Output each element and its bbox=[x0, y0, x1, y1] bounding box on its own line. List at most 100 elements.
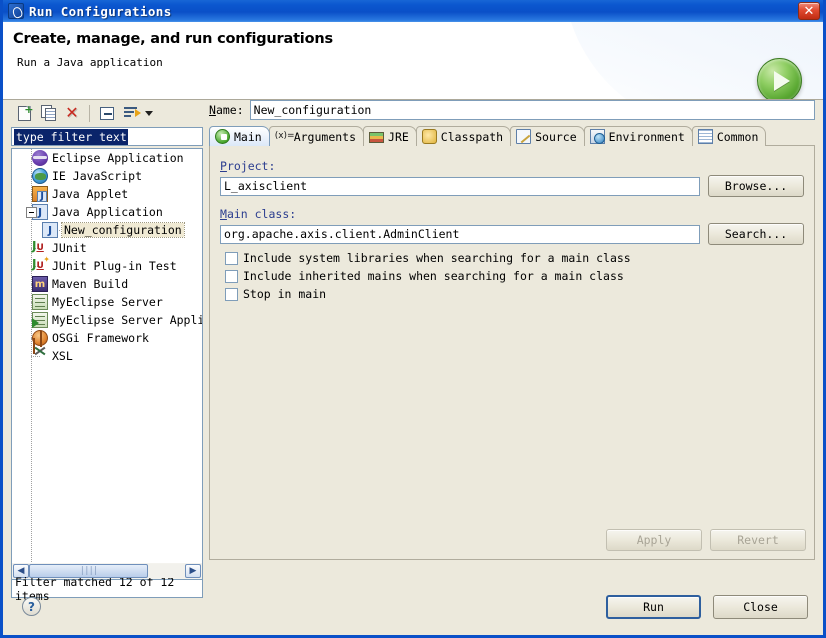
run-button[interactable]: Run bbox=[606, 595, 701, 619]
common-icon bbox=[697, 129, 713, 144]
tree-item-new-configuration[interactable]: J New_configuration bbox=[12, 221, 202, 239]
close-button[interactable]: Close bbox=[713, 595, 808, 619]
tree-item-ie-javascript[interactable]: IE JavaScript bbox=[12, 167, 202, 185]
page-title: Create, manage, and run configurations bbox=[13, 31, 333, 47]
window-title: Run Configurations bbox=[29, 3, 172, 19]
tree-item-label: Maven Build bbox=[52, 277, 129, 291]
tree-item-label: OSGi Framework bbox=[52, 331, 149, 345]
dialog-footer: ? Run Close bbox=[3, 583, 823, 635]
filter-input-value: type filter text bbox=[14, 128, 128, 145]
tree-expander-collapse-icon[interactable] bbox=[26, 207, 37, 218]
tab-label: Common bbox=[716, 129, 759, 144]
tab-environment[interactable]: Environment bbox=[583, 126, 693, 146]
project-input[interactable]: L_axisclient bbox=[220, 176, 700, 196]
stop-in-main-row[interactable]: Stop in main bbox=[225, 287, 804, 301]
collapse-all-button[interactable] bbox=[96, 102, 118, 124]
help-icon[interactable]: ? bbox=[22, 597, 41, 616]
myeclipse-server-icon bbox=[32, 294, 48, 310]
include-system-libraries-label: Include system libraries when searching … bbox=[243, 251, 631, 265]
tree-item-label: JUnit bbox=[52, 241, 87, 255]
scrollbar-track[interactable]: |||| bbox=[29, 564, 185, 578]
tree-item-myeclipse-server[interactable]: MyEclipse Server bbox=[12, 293, 202, 311]
name-input-value: New_configuration bbox=[253, 103, 372, 117]
tree-item-label: IE JavaScript bbox=[52, 169, 143, 183]
tab-source[interactable]: Source bbox=[510, 126, 585, 146]
stop-in-main-label: Stop in main bbox=[243, 287, 327, 301]
project-row: L_axisclient Browse... bbox=[220, 175, 804, 197]
revert-button[interactable]: Revert bbox=[710, 529, 806, 551]
search-button[interactable]: Search... bbox=[708, 223, 804, 245]
header-banner: Create, manage, and run configurations R… bbox=[3, 22, 823, 100]
main-class-input-value: org.apache.axis.client.AdminClient bbox=[224, 227, 460, 241]
include-inherited-mains-checkbox[interactable] bbox=[225, 269, 238, 283]
jre-icon bbox=[369, 132, 385, 143]
tree-horizontal-scrollbar[interactable]: ◀ |||| ▶ bbox=[11, 563, 203, 580]
configurations-toolbar: + ✕ bbox=[11, 100, 203, 126]
xsl-icon bbox=[32, 348, 48, 364]
tab-jre[interactable]: JRE bbox=[363, 126, 417, 146]
tab-main[interactable]: Main bbox=[209, 126, 270, 146]
scrollbar-thumb[interactable]: |||| bbox=[29, 564, 148, 578]
run-configurations-dialog: Run Configurations ✕ Create, manage, and… bbox=[0, 0, 826, 638]
myeclipse-server-application-icon bbox=[32, 312, 48, 328]
name-input[interactable]: New_configuration bbox=[249, 100, 815, 120]
tree-item-label: JUnit Plug-in Test bbox=[52, 259, 177, 273]
duplicate-launch-configuration-button[interactable] bbox=[37, 102, 59, 124]
filter-icon bbox=[123, 106, 141, 120]
tree-item-java-application[interactable]: J Java Application bbox=[12, 203, 202, 221]
delete-launch-configuration-button[interactable]: ✕ bbox=[61, 102, 83, 124]
close-button-label: Close bbox=[743, 600, 778, 614]
tab-label: JRE bbox=[388, 129, 409, 144]
main-icon bbox=[215, 129, 230, 144]
filter-button[interactable] bbox=[120, 102, 142, 124]
main-class-input[interactable]: org.apache.axis.client.AdminClient bbox=[220, 224, 700, 244]
include-system-libraries-checkbox[interactable] bbox=[225, 251, 238, 265]
tree-item-junit[interactable]: JU JUnit bbox=[12, 239, 202, 257]
toolbar-separator bbox=[89, 104, 90, 122]
browse-button-label: Browse... bbox=[724, 179, 788, 193]
tree-item-label: Java Application bbox=[52, 205, 163, 219]
configuration-editor-pane: Name: New_configuration Main (x)= Argume… bbox=[209, 100, 815, 560]
tree-item-eclipse-application[interactable]: Eclipse Application bbox=[12, 149, 202, 167]
tree-item-myeclipse-server-application[interactable]: MyEclipse Server Applic bbox=[12, 311, 202, 329]
stop-in-main-checkbox[interactable] bbox=[225, 287, 238, 301]
delete-red-x-icon: ✕ bbox=[65, 103, 79, 122]
tree-item-label: Java Applet bbox=[52, 187, 129, 201]
title-bar: Run Configurations ✕ bbox=[3, 0, 823, 22]
tree-item-label: MyEclipse Server Applic bbox=[52, 313, 203, 327]
main-tab-panel: Project: L_axisclient Browse... Main cla… bbox=[209, 145, 815, 560]
include-inherited-mains-label: Include inherited mains when searching f… bbox=[243, 269, 624, 283]
name-label: Name: bbox=[209, 103, 244, 117]
browse-button[interactable]: Browse... bbox=[708, 175, 804, 197]
junit-plugin-test-icon: J U ✦ bbox=[32, 255, 50, 271]
footer-buttons: Run Close bbox=[606, 595, 808, 619]
tab-label: Arguments bbox=[293, 129, 357, 144]
tree-item-osgi-framework[interactable]: OSGi Framework bbox=[12, 329, 202, 347]
configurations-tree[interactable]: Eclipse Application IE JavaScript Java A… bbox=[11, 148, 203, 563]
tab-arguments[interactable]: (x)= Arguments bbox=[268, 126, 365, 146]
java-application-icon: J bbox=[42, 222, 58, 238]
new-launch-configuration-button[interactable]: + bbox=[13, 102, 35, 124]
tree-item-maven-build[interactable]: m Maven Build bbox=[12, 275, 202, 293]
tab-classpath[interactable]: Classpath bbox=[415, 126, 512, 146]
tree-item-java-applet[interactable]: Java Applet bbox=[12, 185, 202, 203]
main-class-row: org.apache.axis.client.AdminClient Searc… bbox=[220, 223, 804, 245]
tab-bar: Main (x)= Arguments JRE Classpath Source bbox=[209, 125, 815, 146]
close-icon[interactable]: ✕ bbox=[798, 2, 820, 20]
osgi-framework-icon bbox=[32, 330, 48, 347]
tree-item-label: New_configuration bbox=[61, 222, 185, 238]
filter-input[interactable]: type filter text bbox=[11, 127, 203, 146]
apply-button[interactable]: Apply bbox=[606, 529, 702, 551]
classpath-icon bbox=[421, 129, 437, 144]
chevron-down-icon[interactable] bbox=[145, 110, 153, 116]
tab-common[interactable]: Common bbox=[691, 126, 767, 146]
green-run-arrow-icon bbox=[757, 58, 802, 99]
tree-item-xsl[interactable]: XSL bbox=[12, 347, 202, 365]
tree-item-junit-plugin-test[interactable]: J U ✦ JUnit Plug-in Test bbox=[12, 255, 202, 275]
maven-build-icon: m bbox=[32, 276, 48, 292]
apply-revert-row: Apply Revert bbox=[606, 529, 806, 551]
include-inherited-mains-row[interactable]: Include inherited mains when searching f… bbox=[225, 269, 804, 283]
include-system-libraries-row[interactable]: Include system libraries when searching … bbox=[225, 251, 804, 265]
collapse-all-icon bbox=[100, 106, 114, 120]
tab-label: Environment bbox=[608, 129, 685, 144]
